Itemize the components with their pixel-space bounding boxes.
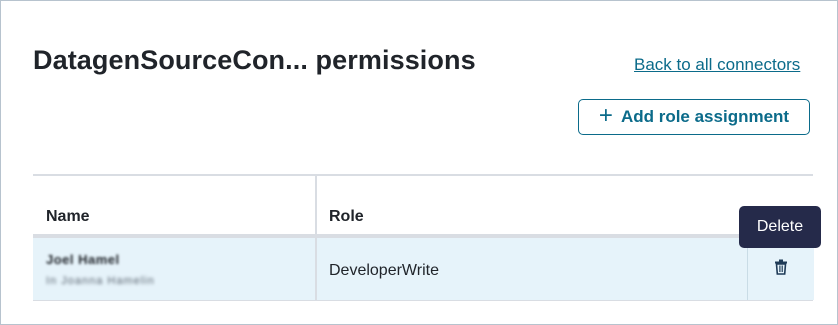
delete-tooltip: Delete — [739, 206, 821, 248]
back-to-connectors-link[interactable]: Back to all connectors — [634, 55, 800, 75]
user-subtitle: In Joanna Hamelin — [46, 275, 155, 287]
add-role-assignment-label: Add role assignment — [620, 107, 790, 126]
trash-icon — [774, 259, 788, 280]
plus-icon: + — [598, 102, 613, 129]
column-divider — [315, 176, 317, 234]
table-header: Name Role — [33, 174, 813, 238]
user-cell: Joel Hamel In Joanna Hamelin — [46, 252, 155, 287]
add-role-assignment-button[interactable]: + Add role assignment — [578, 99, 810, 135]
column-divider — [315, 238, 317, 300]
column-header-role: Role — [329, 208, 364, 225]
page-title: DatagenSourceCon... permissions — [33, 45, 476, 75]
table-row[interactable]: Joel Hamel In Joanna Hamelin DeveloperWr… — [33, 238, 814, 301]
column-header-name: Name — [46, 208, 90, 225]
user-name: Joel Hamel — [46, 252, 120, 267]
permissions-panel: DatagenSourceCon... permissions Back to … — [0, 0, 838, 325]
role-cell: DeveloperWrite — [329, 262, 439, 279]
role-assignments-table: Name Role Joel Hamel In Joanna Hamelin D… — [33, 174, 814, 301]
